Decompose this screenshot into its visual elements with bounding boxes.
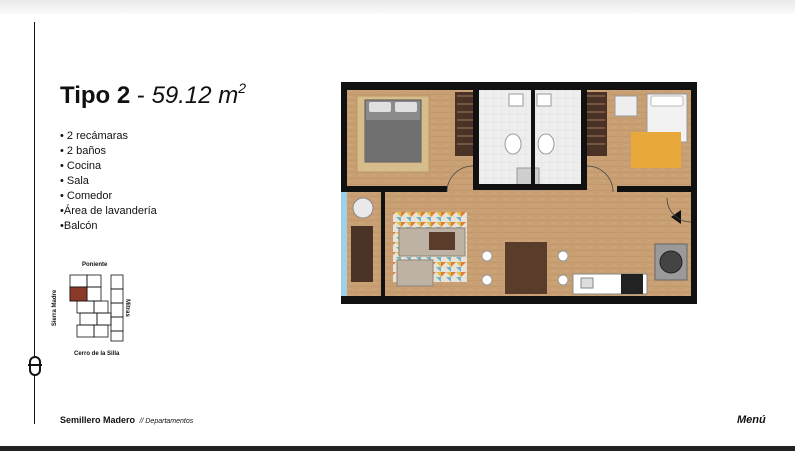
menu-button[interactable]: Menú [737,414,766,426]
bottom-bar [0,446,795,451]
feature-item: • 2 baños [60,145,107,157]
dining-table [505,242,547,294]
slide-indicator[interactable] [28,356,42,376]
balcony-glass [341,192,347,296]
feature-item: • Cocina [60,160,102,172]
unit-area: 59.12 m2 [151,80,247,109]
unit-title: Tipo 2 - 59.12 m2 [60,80,247,110]
feature-item: • 2 recámaras [60,130,129,142]
title-separator: - [130,82,152,109]
toilet-2 [537,133,555,155]
unit-area-sup: 2 [238,80,247,96]
floor-plan [341,82,697,304]
brand-name: Semillero Madero [60,415,136,425]
unit-type: Tipo 2 [60,82,131,109]
feature-item: •Balcón [60,220,98,232]
key-plan-drawing [69,274,124,342]
footer-brand: Semillero Madero // Departamentos [60,415,193,425]
coffee-table [429,232,455,250]
bedroom-2-rug [631,132,681,168]
top-bar [0,0,795,14]
unit-area-value: 59.12 m [151,82,239,109]
feature-item: • Comedor [60,190,113,202]
sink-2 [536,93,552,107]
key-plan: Poniente Cerro de la Silla Sierra Madre … [52,260,155,360]
feature-item: •Área de lavandería [60,205,157,217]
feature-list: • 2 recámaras • 2 baños • Cocina • Sala … [60,129,157,234]
feature-item: • Sala [60,175,89,187]
section-name: // Departamentos [139,418,194,425]
toilet [504,133,522,155]
closet-2 [585,92,607,156]
desk-chair [614,95,638,117]
sink [508,93,524,107]
key-plan-unit-highlight [69,286,88,302]
